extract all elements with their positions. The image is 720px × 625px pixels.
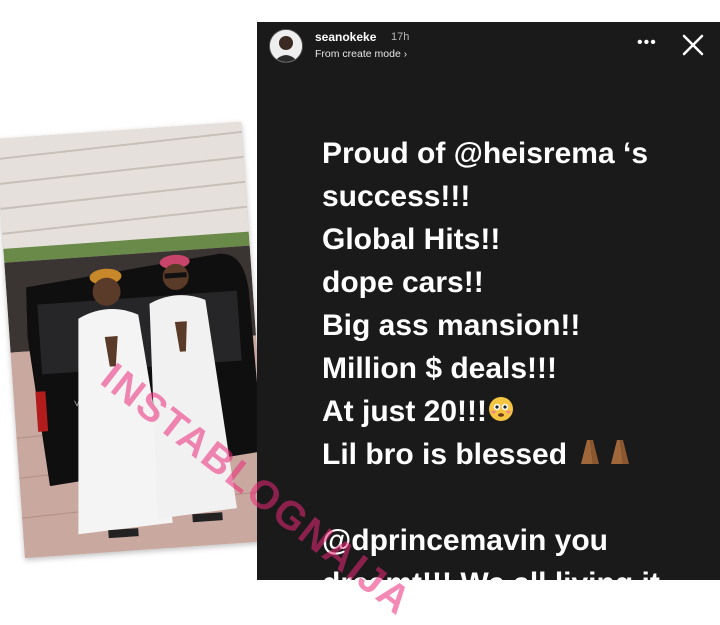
story-line: Million $ deals!!! — [322, 352, 558, 385]
flushed-face-icon — [487, 392, 515, 435]
story-line: success!!! — [322, 180, 471, 213]
story-username[interactable]: seanokeke — [315, 30, 376, 44]
photo-card: V250 295 — [0, 121, 271, 559]
story-line: Big ass mansion!! — [322, 309, 581, 342]
photo-image: V250 295 — [0, 121, 271, 559]
praying-hands-icon — [575, 435, 635, 478]
story-text: Proud of @heisrema ‘s success!!! Global … — [322, 132, 712, 580]
story-line: Global Hits!! — [322, 223, 501, 256]
story-line-text: At just 20!!! — [322, 395, 487, 428]
story-subtitle[interactable]: From create mode › — [315, 48, 407, 60]
story-panel: seanokeke 17h From create mode › ••• Prou… — [257, 22, 720, 580]
story-line: dope cars!! — [322, 266, 484, 299]
story-line: Proud of @heisrema ‘s — [322, 137, 649, 170]
close-icon[interactable] — [680, 32, 706, 58]
story-line: dreamt!!! We all living it — [322, 562, 712, 580]
chevron-right-icon: › — [403, 49, 408, 60]
story-header: seanokeke 17h From create mode › ••• — [257, 22, 720, 72]
story-line: @dprincemavin you — [322, 524, 608, 557]
more-dots-icon[interactable]: ••• — [637, 34, 657, 52]
story-line-blank — [322, 476, 712, 519]
story-line-text: Lil bro is blessed — [322, 438, 568, 471]
story-line-emoji: Lil bro is blessed — [322, 433, 712, 476]
avatar-image — [270, 30, 302, 62]
story-subtitle-label: From create mode — [315, 48, 401, 60]
story-time: 17h — [391, 31, 410, 43]
avatar[interactable] — [269, 29, 303, 63]
story-line-emoji: At just 20!!! — [322, 390, 712, 433]
